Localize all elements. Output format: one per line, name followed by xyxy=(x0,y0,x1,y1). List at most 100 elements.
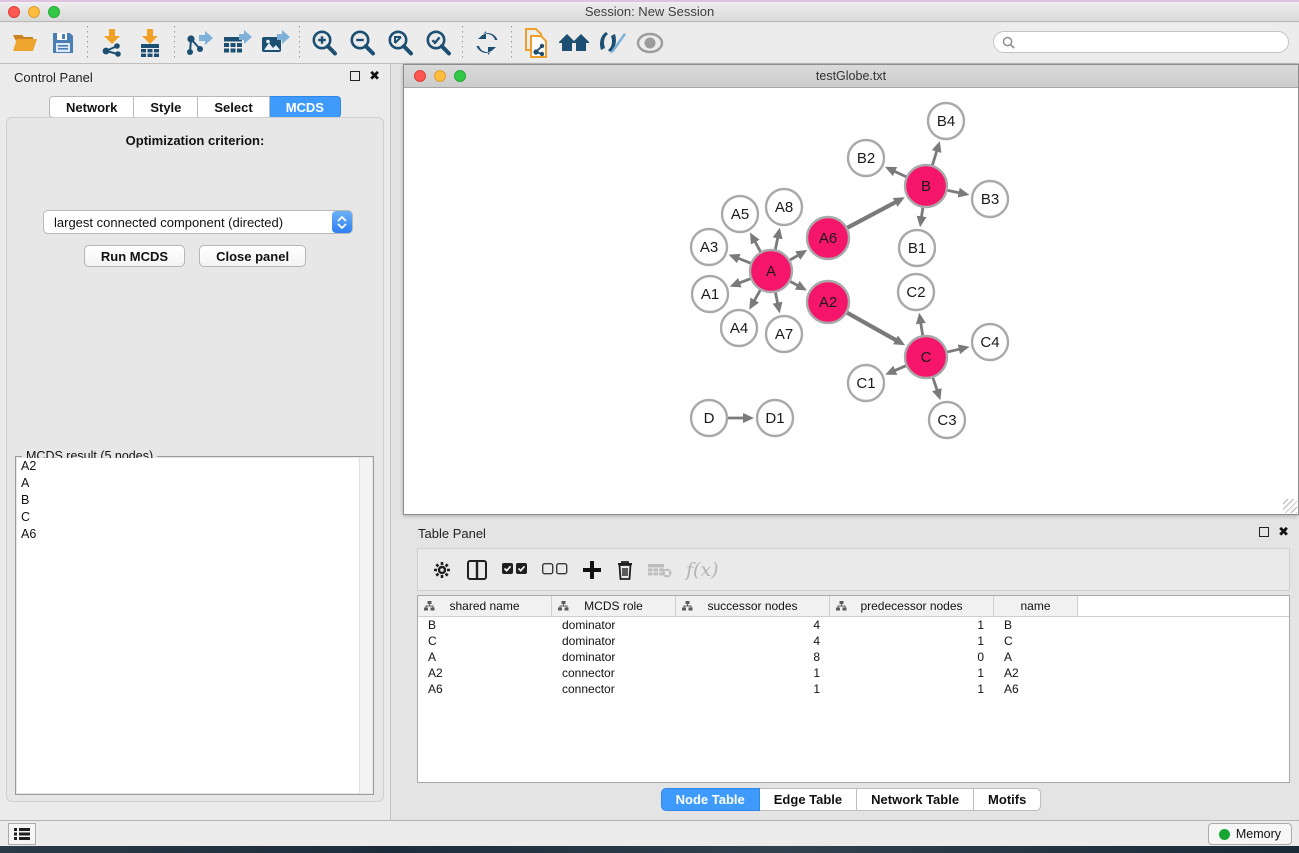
table-row[interactable]: Bdominator41B xyxy=(418,617,1289,633)
graph-node-C4[interactable]: C4 xyxy=(972,324,1008,360)
node-table[interactable]: shared name MCDS role successor nodes pr… xyxy=(417,595,1290,783)
deselect-all-icon[interactable] xyxy=(542,563,568,576)
zoom-window-button[interactable] xyxy=(48,6,60,18)
tab-select[interactable]: Select xyxy=(198,96,269,118)
graph-node-D1[interactable]: D1 xyxy=(757,400,793,436)
graph-node-A3[interactable]: A3 xyxy=(691,229,727,265)
table-cell[interactable]: A xyxy=(994,650,1078,664)
task-history-button[interactable] xyxy=(8,823,36,845)
table-cell[interactable]: 1 xyxy=(830,634,994,648)
graph-node-D[interactable]: D xyxy=(691,400,727,436)
table-cell[interactable]: 8 xyxy=(676,650,830,664)
new-network-from-selection-icon[interactable] xyxy=(517,26,555,60)
list-scrollbar[interactable] xyxy=(359,458,372,793)
table-row[interactable]: Adominator80A xyxy=(418,649,1289,665)
hide-selected-icon[interactable] xyxy=(593,26,631,60)
import-network-icon[interactable] xyxy=(93,26,131,60)
delete-icon[interactable] xyxy=(616,559,634,580)
graph-node-C1[interactable]: C1 xyxy=(848,365,884,401)
list-item[interactable]: A xyxy=(17,475,372,492)
close-panel-button[interactable]: Close panel xyxy=(199,245,306,267)
float-panel-icon[interactable] xyxy=(350,71,360,81)
close-panel-icon[interactable]: ✖ xyxy=(369,69,380,82)
zoom-out-icon[interactable] xyxy=(343,26,381,60)
table-cell[interactable]: C xyxy=(418,634,552,648)
table-cell[interactable]: dominator xyxy=(552,618,676,632)
table-cell[interactable]: A6 xyxy=(418,682,552,696)
column-header-name[interactable]: name xyxy=(994,596,1078,616)
graph-node-A[interactable]: A xyxy=(750,250,792,292)
list-item[interactable]: B xyxy=(17,492,372,509)
export-image-icon[interactable] xyxy=(256,26,294,60)
table-cell[interactable]: A xyxy=(418,650,552,664)
export-network-icon[interactable] xyxy=(180,26,218,60)
table-cell[interactable]: C xyxy=(994,634,1078,648)
graph-node-A6[interactable]: A6 xyxy=(807,217,849,259)
memory-button[interactable]: Memory xyxy=(1208,823,1292,845)
graph-node-B1[interactable]: B1 xyxy=(899,230,935,266)
table-cell[interactable]: B xyxy=(418,618,552,632)
table-row[interactable]: A2connector11A2 xyxy=(418,665,1289,681)
table-cell[interactable]: connector xyxy=(552,682,676,696)
table-cell[interactable]: dominator xyxy=(552,634,676,648)
tab-mcds[interactable]: MCDS xyxy=(270,96,341,118)
import-table-icon[interactable] xyxy=(131,26,169,60)
network-window-titlebar[interactable]: testGlobe.txt xyxy=(404,65,1298,88)
graph-node-A8[interactable]: A8 xyxy=(766,189,802,225)
graph-node-A1[interactable]: A1 xyxy=(692,276,728,312)
show-all-icon[interactable] xyxy=(631,26,669,60)
table-row[interactable]: A6connector11A6 xyxy=(418,681,1289,697)
run-mcds-button[interactable]: Run MCDS xyxy=(84,245,185,267)
search-field[interactable] xyxy=(993,31,1289,53)
tab-network-table[interactable]: Network Table xyxy=(857,788,974,811)
mcds-result-list[interactable]: A2ABCA6 xyxy=(17,458,372,793)
graph-node-A2[interactable]: A2 xyxy=(807,281,849,323)
network-minimize-button[interactable] xyxy=(434,70,446,82)
network-canvas[interactable]: B4B2BB3A5A8A6A3B1AA1C2A2A4A7C4CC1DD1C3 xyxy=(404,88,1298,514)
table-cell[interactable]: A6 xyxy=(994,682,1078,696)
graph-node-C[interactable]: C xyxy=(905,336,947,378)
graph-edge-A6-B[interactable] xyxy=(845,202,896,229)
network-close-button[interactable] xyxy=(414,70,426,82)
column-layout-icon[interactable] xyxy=(466,559,488,581)
table-cell[interactable]: 1 xyxy=(830,666,994,680)
houses-icon[interactable] xyxy=(555,26,593,60)
zoom-fit-icon[interactable] xyxy=(381,26,419,60)
table-cell[interactable]: 4 xyxy=(676,634,830,648)
list-item[interactable]: A2 xyxy=(17,458,372,475)
table-cell[interactable]: 1 xyxy=(830,682,994,696)
column-header-mcds-role[interactable]: MCDS role xyxy=(552,596,676,616)
tab-network[interactable]: Network xyxy=(49,96,134,118)
table-cell[interactable]: dominator xyxy=(552,650,676,664)
zoom-in-icon[interactable] xyxy=(305,26,343,60)
table-cell[interactable]: A2 xyxy=(418,666,552,680)
apply-layout-icon[interactable] xyxy=(468,26,506,60)
table-cell[interactable]: 4 xyxy=(676,618,830,632)
graph-node-B[interactable]: B xyxy=(905,165,947,207)
list-item[interactable]: C xyxy=(17,509,372,526)
graph-node-C2[interactable]: C2 xyxy=(898,274,934,310)
graph-node-A4[interactable]: A4 xyxy=(721,310,757,346)
graph-edge-A2-C[interactable] xyxy=(845,311,897,340)
close-window-button[interactable] xyxy=(8,6,20,18)
table-cell[interactable]: B xyxy=(994,618,1078,632)
graph-node-B2[interactable]: B2 xyxy=(848,140,884,176)
list-item[interactable]: A6 xyxy=(17,526,372,543)
table-cell[interactable]: 1 xyxy=(676,682,830,696)
column-header-predecessor-nodes[interactable]: predecessor nodes xyxy=(830,596,994,616)
add-column-icon[interactable] xyxy=(582,560,602,580)
search-input[interactable] xyxy=(1015,35,1280,49)
network-zoom-button[interactable] xyxy=(454,70,466,82)
save-session-icon[interactable] xyxy=(44,26,82,60)
tab-edge-table[interactable]: Edge Table xyxy=(760,788,857,811)
table-cell[interactable]: 0 xyxy=(830,650,994,664)
column-header-successor-nodes[interactable]: successor nodes xyxy=(676,596,830,616)
close-panel-icon[interactable]: ✖ xyxy=(1278,525,1289,538)
graph-node-A7[interactable]: A7 xyxy=(766,316,802,352)
graph-node-B3[interactable]: B3 xyxy=(972,181,1008,217)
table-cell[interactable]: 1 xyxy=(676,666,830,680)
table-row[interactable]: Cdominator41C xyxy=(418,633,1289,649)
export-table-icon[interactable] xyxy=(218,26,256,60)
settings-gear-icon[interactable] xyxy=(432,560,452,580)
float-panel-icon[interactable] xyxy=(1259,527,1269,537)
